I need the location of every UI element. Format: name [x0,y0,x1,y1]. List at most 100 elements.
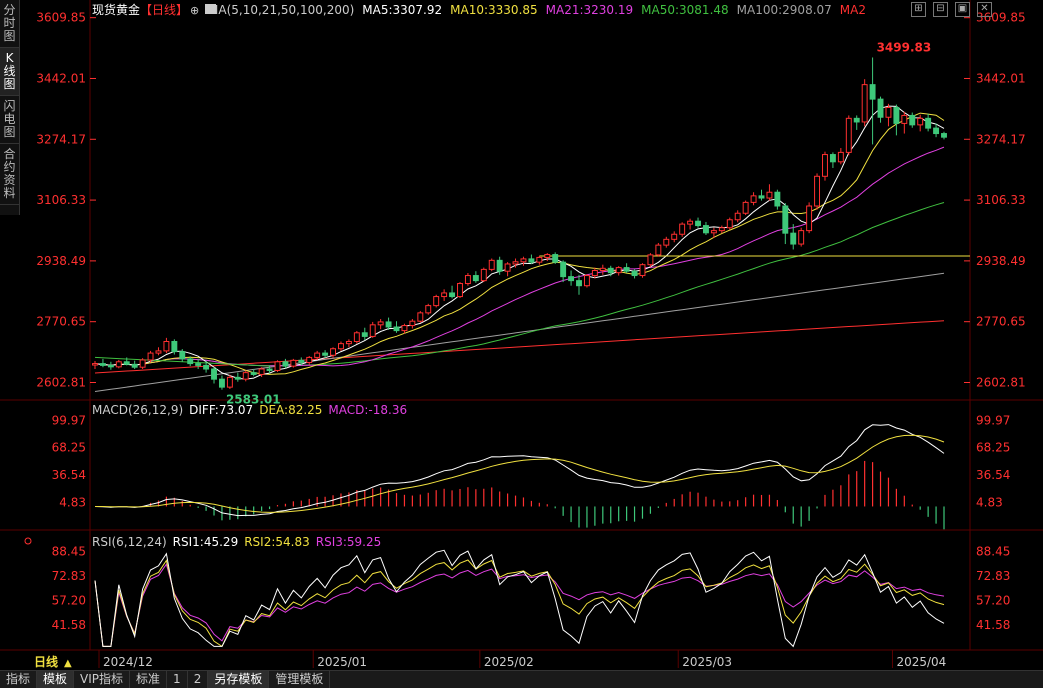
tab-vip-indicators[interactable]: VIP指标 [74,671,131,688]
candle-body [718,227,725,232]
header-ma-value: MA5:3307.92 [362,3,442,17]
candle-body [941,133,947,138]
candle-body [353,332,360,342]
tab-template[interactable]: 模板 [37,671,75,688]
candle-body [298,359,305,363]
price-axis-label-left: 2938.49 [36,254,86,268]
candle-body [893,106,900,124]
candle-body [441,292,448,298]
candle-body [639,264,646,277]
candle-body [671,233,678,240]
macd-axis-label-right: 36.54 [976,468,1010,482]
header-ma-value: MA21:3230.19 [546,3,634,17]
candle-body [345,340,352,345]
candle-body [774,191,781,207]
candle-body [925,117,932,129]
candle-body [583,275,590,287]
tab-timeshare[interactable]: 分时图 [0,0,19,48]
candle-body [290,359,297,367]
tab-standard[interactable]: 标准 [130,671,168,688]
tab-2[interactable]: 2 [188,671,209,688]
header-ma-value: MA2 [840,3,866,17]
restore-icon[interactable]: ▣ [955,2,970,17]
tab-save-template[interactable]: 另存模板 [208,671,270,688]
candle-body [663,238,670,246]
candle-body [266,368,273,371]
tab-contract-info[interactable]: 合约资料 [0,144,19,205]
macd-axis-label-left: 36.54 [52,468,86,482]
macd-axis-label-left: 68.25 [52,441,86,455]
tab-kline[interactable]: K线图 [0,48,19,96]
candle-body [520,258,527,263]
side-tabs: 分时图 K线图 闪电图 合约资料 [0,0,20,215]
candle-body [99,363,106,366]
maximize-icon[interactable]: ⊞ [911,2,926,17]
candle-body [853,117,860,123]
rsi-axis-label-left: 57.20 [52,594,86,608]
chart-canvas[interactable]: 3609.85 3609.853442.01 3442.013274.17 3274.… [0,0,1043,670]
tab-manage-template[interactable]: 管理模板 [269,671,331,688]
date-label: 2025/01 [317,655,367,669]
price-axis-label-left: 2770.65 [36,315,86,329]
candle-body [449,292,456,298]
candle-body [591,269,598,277]
date-label: 2025/03 [682,655,732,669]
candle-body [171,340,178,353]
ma5-line [94,105,945,380]
rsi-axis-label-left: 72.83 [52,569,86,583]
high-annotation: 3499.83 [877,40,932,54]
date-label: 2025/02 [484,655,534,669]
price-axis-label-left: 3274.17 [36,132,86,146]
candle-body [806,205,813,232]
candle-body [457,283,463,298]
price-axis-label-right: 3274.17 [976,132,1026,146]
candle-body [258,368,265,375]
candle-body [480,268,487,282]
close-icon[interactable]: ✕ [977,2,992,17]
candle-body [552,254,559,263]
price-axis-label-left: 3106.33 [36,193,86,207]
candle-body [766,191,773,199]
candle-body [274,361,281,371]
tab-indicators[interactable]: 指标 [0,671,38,688]
candle-body [92,363,98,366]
price-axis-label-right: 2770.65 [976,315,1026,329]
candle-body [464,275,471,285]
rsi-header: RSI(6,12,24) RSI1:45.29 RSI2:54.83 RSI3:59.… [92,535,381,549]
candle-body [472,275,479,282]
rsi-axis-label-right: 41.58 [976,618,1010,632]
candle-body [576,280,582,287]
minus-icon[interactable]: ⊟ [933,2,948,17]
candle-body [115,361,122,368]
candle-body [647,254,654,266]
tab-1[interactable]: 1 [167,671,188,688]
candle-body [107,364,114,368]
candle-body [837,151,844,163]
candle-body [425,305,432,314]
rsi-axis-label-left: 88.45 [52,545,86,559]
macd-diff-line [94,424,945,517]
candle-body [877,98,884,118]
candle-body [560,261,567,278]
candle-body [655,244,662,256]
ma50-line [94,202,945,367]
candle-body [433,296,440,307]
macd-axis-label-right: 68.25 [976,441,1010,455]
indicator-icon [205,4,216,14]
price-axis-label-right: 2602.81 [976,375,1026,389]
period-label: 日线 [34,654,58,669]
macd-dea: DEA:82.25 [259,403,322,417]
candle-body [536,256,543,263]
header-ma-value: MA50:3081.48 [641,3,729,17]
tab-flash[interactable]: 闪电图 [0,96,19,144]
candle-body [726,219,733,229]
candle-body [504,263,511,272]
candle-body [734,212,741,221]
candle-body [139,359,146,368]
candle-body [607,267,614,274]
ma200-line [94,320,945,374]
candle-body [361,332,368,337]
candle-body [901,114,908,124]
bottom-toolbar: 指标 模板 VIP指标 标准 1 2 另存模板 管理模板 [0,670,1043,688]
candle-body [798,230,805,245]
